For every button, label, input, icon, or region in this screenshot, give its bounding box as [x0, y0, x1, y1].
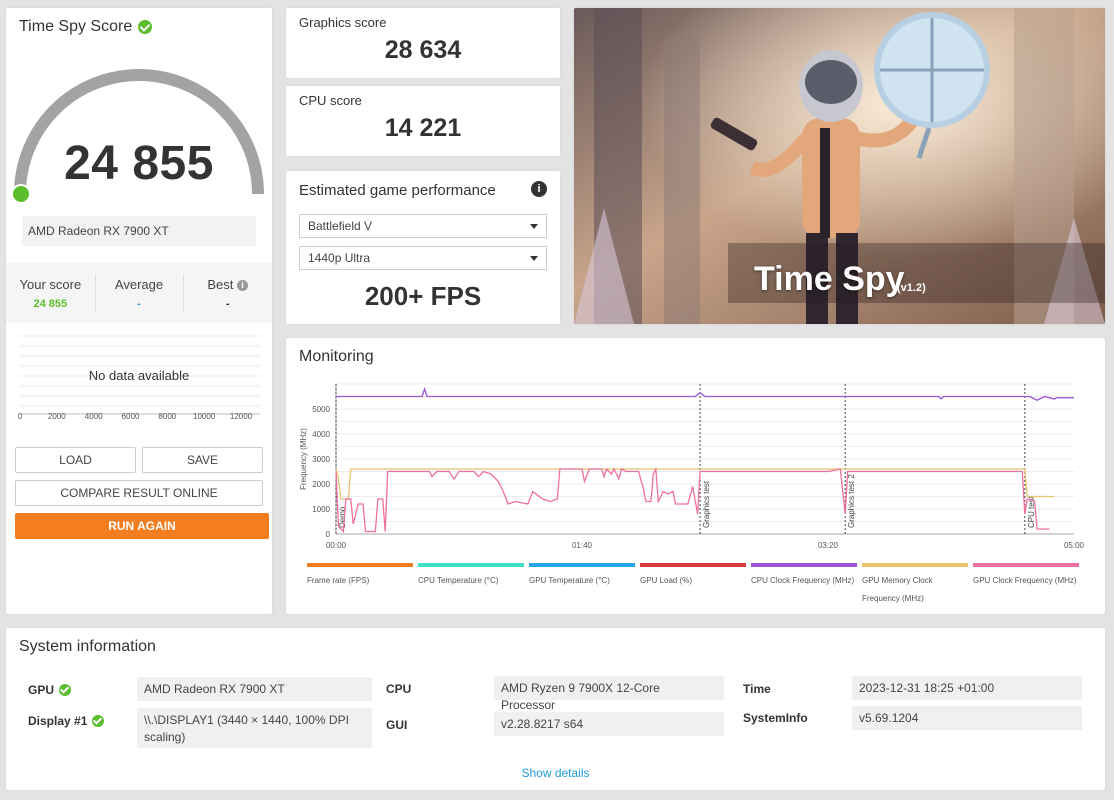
hero-title: Time Spy — [754, 260, 905, 298]
legend-item[interactable]: GPU Temperature (°C) — [529, 563, 635, 590]
distribution-tick-label: 10000 — [193, 412, 216, 421]
legend-label: GPU Memory Clock Frequency (MHz) — [862, 576, 933, 603]
preset-select[interactable]: 1440p Ultra — [299, 246, 547, 270]
cpu-score-value: 14 221 — [384, 114, 462, 142]
distribution-tick-label: 4000 — [84, 412, 103, 421]
best-label: Best — [207, 277, 234, 292]
game-select[interactable]: Battlefield V — [299, 214, 547, 238]
no-data-message: No data available — [88, 368, 190, 383]
cpu-score-card: CPU score 14 221 — [286, 86, 560, 156]
legend-label: GPU Temperature (°C) — [529, 576, 610, 585]
legend-label: GPU Clock Frequency (MHz) — [973, 576, 1077, 585]
gpu-label: GPU — [28, 683, 55, 697]
score-comparison: Your score 24 855 Average - Best i - — [6, 263, 272, 323]
score-card: Time Spy Score 24 855 AMD Radeon RX 7900… — [6, 8, 272, 614]
y-tick-label: 2000 — [312, 480, 330, 489]
distribution-tick-label: 2000 — [47, 412, 66, 421]
chevron-down-icon — [530, 256, 538, 261]
save-button[interactable]: SAVE — [142, 447, 263, 473]
x-tick-label: 05:00 — [1064, 541, 1085, 550]
y-tick-label: 4000 — [312, 430, 330, 439]
your-score-label: Your score — [19, 277, 82, 292]
info-icon[interactable]: i — [237, 280, 248, 291]
system-info-title: System information — [19, 638, 156, 655]
cpu-label: CPU — [386, 682, 412, 696]
compare-online-button[interactable]: COMPARE RESULT ONLINE — [15, 480, 263, 506]
show-details-link[interactable]: Show details — [6, 766, 1105, 780]
legend-item[interactable]: GPU Memory Clock Frequency (MHz) — [862, 563, 968, 608]
your-score-value: 24 855 — [33, 298, 68, 310]
legend-label: GPU Load (%) — [640, 576, 693, 585]
info-icon[interactable]: i — [531, 181, 547, 197]
gpu-name: AMD Radeon RX 7900 XT — [22, 216, 256, 246]
average-label: Average — [114, 277, 164, 292]
estimated-title: Estimated game performance — [299, 182, 496, 199]
y-tick-label: 0 — [326, 530, 331, 539]
legend-label: Frame rate (FPS) — [307, 576, 370, 585]
verified-check-icon — [59, 684, 72, 696]
gui-value: v2.28.8217 s64 — [494, 712, 724, 736]
score-title: Time Spy Score — [19, 18, 133, 35]
legend-swatch — [751, 563, 857, 567]
distribution-tick-label: 6000 — [121, 412, 140, 421]
benchmark-hero-image: Time Spy (v1.2) — [574, 8, 1105, 324]
gpu-clock-series — [335, 466, 1050, 533]
y-tick-label: 1000 — [312, 505, 330, 514]
legend-label: CPU Clock Frequency (MHz) — [751, 576, 855, 585]
legend-swatch — [862, 563, 968, 567]
time-value: 2023-12-31 18:25 +01:00 — [852, 676, 1082, 700]
verified-check-icon — [138, 20, 153, 34]
graphics-score-label: Graphics score — [299, 15, 387, 30]
best-value: - — [225, 298, 230, 310]
estimated-fps: 200+ FPS — [364, 281, 482, 311]
monitoring-card: Monitoring 0 1000 2000 3000 4000 5000 Frequenc… — [286, 338, 1105, 614]
y-tick-label: 5000 — [312, 405, 330, 414]
legend-swatch — [418, 563, 524, 567]
gui-label: GUI — [386, 718, 408, 732]
cpu-clock-series — [336, 386, 1074, 401]
time-label: Time — [743, 682, 771, 696]
legend-item[interactable]: CPU Clock Frequency (MHz) — [751, 563, 857, 590]
x-tick-label: 03:20 — [818, 541, 839, 550]
preset-select-value: 1440p Ultra — [308, 251, 371, 265]
section-marker-label: Graphics test 2 — [847, 474, 856, 528]
average-value: - — [137, 298, 141, 310]
legend-swatch — [529, 563, 635, 567]
graphics-score-card: Graphics score 28 634 — [286, 8, 560, 78]
legend-item[interactable]: CPU Temperature (°C) — [418, 563, 524, 590]
distribution-tick-label: 0 — [17, 412, 23, 421]
cpu-score-label: CPU score — [299, 93, 362, 108]
hero-version: (v1.2) — [897, 282, 926, 294]
total-score: 24 855 — [64, 137, 214, 190]
load-button[interactable]: LOAD — [15, 447, 136, 473]
display-label: Display #1 — [28, 714, 88, 728]
gpu-value: AMD Radeon RX 7900 XT — [137, 677, 372, 701]
game-select-value: Battlefield V — [308, 219, 373, 233]
legend-item[interactable]: GPU Clock Frequency (MHz) — [973, 563, 1079, 590]
y-tick-label: 3000 — [312, 455, 330, 464]
legend-item[interactable]: Frame rate (FPS) — [307, 563, 413, 590]
verified-check-icon — [92, 715, 105, 727]
legend-item[interactable]: GPU Load (%) — [640, 563, 746, 590]
monitoring-chart: 0 1000 2000 3000 4000 5000 Frequency (MHz) 00:0… — [299, 383, 1085, 550]
x-tick-label: 01:40 — [572, 541, 593, 550]
legend-swatch — [973, 563, 1079, 567]
x-tick-label: 00:00 — [326, 541, 347, 550]
y-axis-label: Frequency (MHz) — [299, 428, 308, 490]
display-value: \\.\DISPLAY1 (3440 × 1440, 100% DPI scal… — [137, 708, 372, 748]
cpu-value: AMD Ryzen 9 7900X 12-Core Processor — [494, 676, 724, 712]
run-again-button[interactable]: RUN AGAIN — [15, 513, 269, 539]
estimated-performance-card: Estimated game performance i Battlefield… — [286, 171, 560, 324]
distribution-tick-label: 12000 — [229, 412, 253, 421]
graphics-score-value: 28 634 — [384, 36, 462, 64]
legend-swatch — [640, 563, 746, 567]
systeminfo-value: v5.69.1204 — [852, 706, 1082, 730]
system-information-card: System information GPU AMD Radeon RX 790… — [6, 628, 1105, 790]
distribution-tick-label: 8000 — [158, 412, 177, 421]
chevron-down-icon — [530, 224, 538, 229]
section-marker-label: Graphics test — [702, 480, 711, 528]
legend-swatch — [307, 563, 413, 567]
systeminfo-label: SystemInfo — [743, 711, 808, 725]
legend-label: CPU Temperature (°C) — [418, 576, 499, 585]
